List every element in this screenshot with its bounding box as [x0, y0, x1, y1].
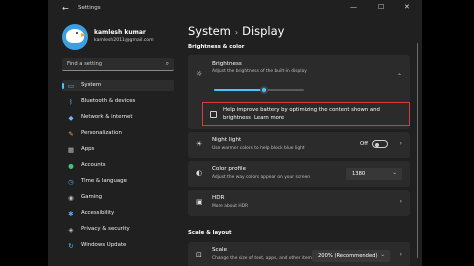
battery-optimize-label: Help improve battery by optimizing the c… — [223, 107, 380, 113]
hdr-icon: ▣ — [196, 198, 203, 206]
sidebar-item-label: System — [81, 82, 102, 88]
apps-icon: ▦ — [67, 145, 75, 154]
scale-desc: Change the size of text, apps, and other… — [212, 256, 315, 261]
sun-icon: ☼ — [196, 70, 203, 78]
bird-eye — [76, 32, 78, 34]
sidebar-item-label: Gaming — [81, 194, 103, 200]
scale-value: 200% (Recommended) — [318, 253, 378, 259]
main-content: System › Display Brightness & color ☼ Brig… — [184, 18, 422, 266]
color-profile-card: ◐ Color profile Adjust the way colors ap… — [188, 161, 410, 187]
hdr-desc[interactable]: More about HDR — [212, 204, 248, 209]
sidebar-item-network-internet[interactable]: ◆ Network & internet — [62, 112, 174, 123]
settings-window: ← Settings — ☐ ✕ kamlesh kumar kamlesh20… — [48, 0, 422, 266]
close-icon[interactable]: ✕ — [404, 3, 410, 11]
back-arrow-icon[interactable]: ← — [62, 4, 69, 13]
chevron-right-icon[interactable]: › — [400, 198, 402, 205]
battery-optimize-checkbox[interactable] — [210, 111, 217, 118]
section-scale-layout: Scale & layout — [188, 230, 232, 236]
shield-icon: ◈ — [68, 225, 74, 234]
sidebar-item-accessibility[interactable]: ✱ Accessibility — [62, 208, 174, 219]
sidebar-item-bluetooth-devices[interactable]: ᛒ Bluetooth & devices — [62, 96, 174, 107]
learn-more-link[interactable]: Learn more — [254, 115, 284, 121]
user-email: kamlesh2011@gmail.com — [94, 38, 154, 43]
sidebar-item-label: Bluetooth & devices — [81, 98, 136, 104]
breadcrumb-parent[interactable]: System — [188, 24, 231, 38]
battery-optimize-label-cont: brightness — [223, 115, 251, 121]
night-light-card[interactable]: ☀ Night light Use warmer colors to help … — [188, 132, 410, 158]
sidebar-item-gaming[interactable]: ◉ Gaming — [62, 192, 174, 203]
chevron-down-icon: ⌄ — [380, 252, 385, 258]
brightness-slider[interactable] — [214, 86, 304, 94]
update-icon: ↻ — [68, 241, 74, 250]
maximize-icon[interactable]: ☐ — [378, 3, 384, 11]
monitor-icon: ▭ — [67, 81, 75, 90]
night-light-icon: ☀ — [196, 140, 203, 148]
minimize-icon[interactable]: — — [350, 3, 357, 11]
avatar[interactable] — [62, 24, 88, 50]
sidebar-item-label: Personalization — [81, 130, 122, 136]
section-brightness-color: Brightness & color — [188, 44, 245, 50]
sidebar-item-system[interactable]: ▭ System — [62, 80, 174, 91]
sidebar-item-label: Apps — [81, 146, 95, 152]
sidebar-item-label: Accounts — [81, 162, 106, 168]
sidebar-item-personalization[interactable]: ✎ Personalization — [62, 128, 174, 139]
sidebar-item-time-language[interactable]: ◷ Time & language — [62, 176, 174, 187]
scale-card: ⊡ Scale Change the size of text, apps, a… — [188, 242, 410, 266]
wifi-icon: ◆ — [68, 113, 74, 122]
hdr-card[interactable]: ▣ HDR More about HDR › — [188, 190, 410, 216]
scale-title: Scale — [212, 247, 228, 253]
title-bar: ← Settings — ☐ ✕ — [48, 0, 422, 18]
brightness-slider-fill — [214, 89, 264, 91]
chevron-right-icon[interactable]: › — [400, 251, 402, 258]
person-icon: ● — [68, 161, 74, 170]
sidebar: kamlesh kumar kamlesh2011@gmail.com Find… — [48, 18, 184, 266]
selected-indicator — [62, 83, 64, 89]
chevron-right-icon[interactable]: › — [400, 140, 402, 147]
night-light-desc: Use warmer colors to help block blue lig… — [212, 146, 305, 151]
sidebar-item-windows-update[interactable]: ↻ Windows Update — [62, 240, 174, 251]
night-light-state: Off — [360, 141, 368, 147]
sidebar-item-apps[interactable]: ▦ Apps — [62, 144, 174, 155]
breadcrumb: System › Display — [188, 24, 284, 38]
battery-optimize-option[interactable]: Help improve battery by optimizing the c… — [202, 102, 410, 126]
chevron-down-icon: ⌄ — [392, 170, 397, 176]
brush-icon: ✎ — [68, 129, 74, 138]
color-profile-value: 1380 — [352, 171, 366, 177]
brightness-title: Brightness — [212, 61, 242, 67]
sidebar-item-privacy-security[interactable]: ◈ Privacy & security — [62, 224, 174, 235]
sidebar-item-label: Time & language — [81, 178, 127, 184]
color-profile-icon: ◐ — [196, 169, 203, 177]
sidebar-item-label: Accessibility — [81, 210, 115, 216]
night-light-toggle[interactable] — [372, 140, 388, 148]
brightness-desc: Adjust the brightness of the built-in di… — [212, 69, 307, 74]
battery-optimize-label-2: brightness Learn more — [223, 115, 284, 121]
sidebar-item-label: Privacy & security — [81, 226, 130, 232]
chevron-up-icon[interactable]: ⌃ — [397, 73, 402, 80]
user-name: kamlesh kumar — [94, 29, 146, 36]
gamepad-icon: ◉ — [68, 193, 74, 202]
scale-dropdown[interactable]: 200% (Recommended) ⌄ — [312, 250, 390, 262]
search-icon[interactable]: ⌕ — [166, 60, 169, 68]
page-title: Display — [242, 24, 285, 38]
color-profile-dropdown[interactable]: 1380 ⌄ — [346, 168, 402, 180]
sidebar-item-accounts[interactable]: ● Accounts — [62, 160, 174, 171]
bluetooth-icon: ᛒ — [69, 97, 73, 106]
app-title: Settings — [78, 5, 101, 11]
brightness-slider-thumb[interactable] — [259, 86, 268, 94]
accessibility-icon: ✱ — [68, 209, 74, 218]
bird-beak — [81, 33, 86, 37]
globe-clock-icon: ◷ — [68, 177, 74, 186]
toggle-knob — [375, 142, 379, 147]
scrollbar[interactable] — [416, 43, 418, 258]
color-profile-desc: Adjust the way colors appear on your scr… — [212, 175, 311, 180]
sidebar-item-label: Windows Update — [81, 242, 127, 248]
sidebar-item-label: Network & internet — [81, 114, 133, 120]
search-input[interactable]: Find a setting ⌕ — [62, 58, 174, 71]
hdr-title: HDR — [212, 195, 225, 201]
search-placeholder: Find a setting — [67, 61, 103, 67]
color-profile-title: Color profile — [212, 166, 247, 172]
night-light-title: Night light — [212, 137, 242, 143]
scale-icon: ⊡ — [196, 251, 202, 259]
chevron-right-icon: › — [234, 28, 239, 37]
